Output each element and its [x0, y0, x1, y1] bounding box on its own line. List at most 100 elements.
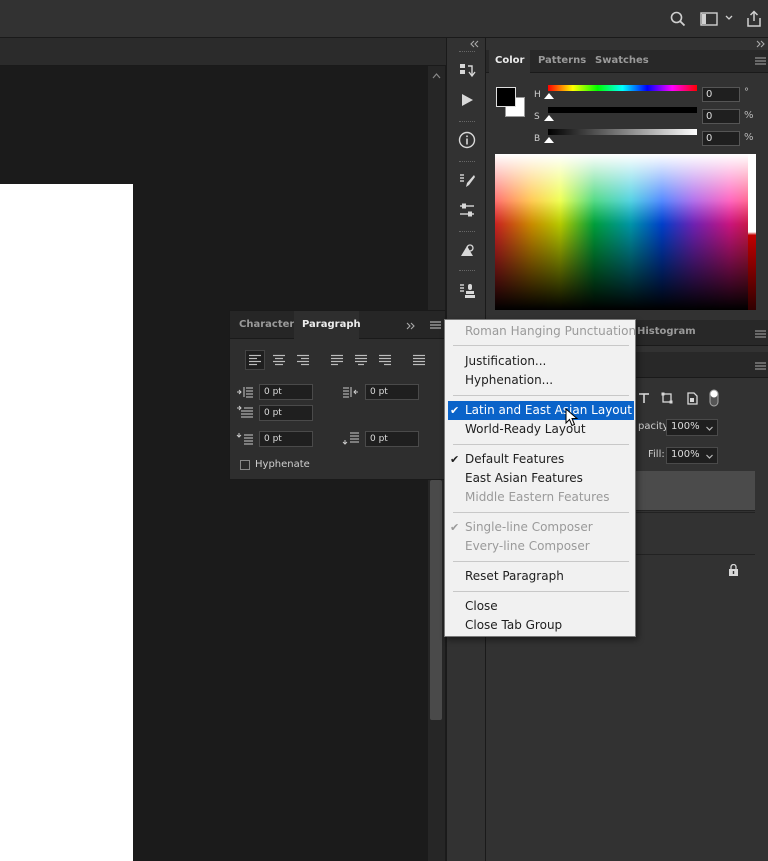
saturation-slider[interactable] — [548, 107, 697, 113]
align-right-button[interactable] — [293, 350, 313, 370]
justify-last-left-button[interactable] — [327, 350, 347, 370]
opacity-value: 100% — [671, 421, 700, 432]
layers-menu-icon[interactable] — [755, 361, 766, 374]
layer-row-selected[interactable] — [636, 471, 755, 511]
indent-first-line-field[interactable]: 0 pt — [259, 405, 313, 421]
document-canvas[interactable] — [0, 184, 133, 861]
tab-paragraph[interactable]: Paragraph — [302, 311, 361, 339]
fill-label: Fill: — [648, 449, 665, 460]
hue-input[interactable]: 0 — [702, 87, 740, 102]
menu-item-label: Default Features — [465, 452, 565, 466]
space-after-icon — [342, 432, 360, 449]
menu-separator — [453, 395, 629, 396]
brightness-unit: % — [744, 132, 754, 143]
share-icon[interactable] — [745, 10, 763, 31]
tool-presets-icon[interactable] — [455, 279, 479, 303]
paragraph-flyout-menu: Roman Hanging Punctuation Justification.… — [444, 319, 636, 637]
clone-source-icon[interactable] — [455, 239, 479, 263]
color-spectrum[interactable] — [495, 154, 756, 310]
tab-patterns[interactable]: Patterns — [538, 50, 586, 72]
menu-item-latin-east-asian-layout[interactable]: ✔ Latin and East Asian Layout — [448, 401, 634, 420]
history-icon[interactable] — [455, 59, 479, 83]
brush-presets-icon[interactable] — [455, 169, 479, 193]
brightness-input[interactable]: 0 — [702, 131, 740, 146]
menu-separator — [453, 561, 629, 562]
menu-item-label: Reset Paragraph — [465, 569, 564, 583]
space-before-icon — [236, 432, 254, 449]
menu-item-east-asian-features[interactable]: East Asian Features — [446, 469, 634, 488]
space-before-field[interactable]: 0 pt — [259, 431, 313, 447]
histogram-menu-icon[interactable] — [755, 329, 766, 342]
menu-separator — [453, 591, 629, 592]
chevron-down-icon[interactable] — [705, 423, 714, 436]
info-icon[interactable] — [455, 128, 479, 152]
hue-slider-thumb[interactable] — [544, 93, 554, 99]
tab-histogram[interactable]: Histogram — [637, 326, 696, 337]
checkmark-icon: ✔ — [450, 453, 460, 466]
menu-separator — [453, 512, 629, 513]
menu-item-label: Roman Hanging Punctuation — [465, 324, 637, 338]
menu-item-label: East Asian Features — [465, 471, 583, 485]
panel-grip[interactable] — [459, 161, 475, 164]
scroll-up-icon[interactable] — [432, 70, 441, 83]
menu-item-label: Close — [465, 599, 498, 613]
search-icon[interactable] — [670, 11, 686, 30]
lock-icon — [728, 563, 739, 579]
checkmark-icon: ✔ — [450, 521, 460, 534]
menu-item-label: Every-line Composer — [465, 539, 590, 553]
foreground-color-swatch[interactable] — [496, 87, 516, 107]
panel-grip[interactable] — [459, 51, 475, 54]
filter-toggle-icon[interactable] — [708, 389, 720, 410]
align-left-button[interactable] — [245, 350, 265, 370]
menu-item-hyphenation[interactable]: Hyphenation... — [446, 371, 634, 390]
workspace-icon[interactable] — [700, 12, 718, 29]
space-after-field[interactable]: 0 pt — [365, 431, 419, 447]
fill-input[interactable]: 100% — [666, 447, 718, 464]
menu-item-world-ready-layout[interactable]: World-Ready Layout — [446, 420, 634, 439]
justify-last-center-button[interactable] — [351, 350, 371, 370]
hue-unit: ° — [744, 87, 749, 98]
collapse-panels-icon[interactable] — [469, 38, 479, 51]
indent-right-field[interactable]: 0 pt — [365, 384, 419, 400]
actions-play-icon[interactable] — [455, 88, 479, 112]
tab-character[interactable]: Character — [239, 311, 294, 339]
indent-left-field[interactable]: 0 pt — [259, 384, 313, 400]
panel-grip[interactable] — [459, 121, 475, 124]
panel-menu-icon[interactable] — [755, 56, 766, 69]
brightness-label: B — [534, 134, 541, 144]
align-center-button[interactable] — [269, 350, 289, 370]
smart-object-filter-icon[interactable] — [686, 392, 698, 408]
menu-item-close-tab-group[interactable]: Close Tab Group — [446, 616, 634, 635]
brightness-slider[interactable] — [548, 129, 697, 135]
panel-menu-icon[interactable] — [430, 320, 441, 333]
hyphenate-checkbox[interactable] — [240, 460, 250, 470]
scrollbar-thumb[interactable] — [430, 480, 442, 720]
opacity-input[interactable]: 100% — [666, 419, 718, 436]
type-filter-icon[interactable] — [638, 392, 650, 407]
fill-value: 100% — [671, 449, 700, 460]
menu-item-reset-paragraph[interactable]: Reset Paragraph — [446, 567, 634, 586]
justify-last-right-button[interactable] — [375, 350, 395, 370]
chevron-down-icon[interactable] — [724, 13, 734, 26]
brightness-slider-thumb[interactable] — [544, 137, 554, 143]
justify-all-button[interactable] — [409, 350, 429, 370]
saturation-input[interactable]: 0 — [702, 109, 740, 124]
panel-grip[interactable] — [459, 231, 475, 234]
menu-item-label: Justification... — [465, 354, 547, 368]
hue-slider[interactable] — [548, 85, 697, 91]
saturation-slider-thumb[interactable] — [544, 115, 554, 121]
menu-item-justification[interactable]: Justification... — [446, 352, 634, 371]
menu-separator — [453, 444, 629, 445]
tab-color[interactable]: Color — [495, 50, 524, 72]
tab-swatches[interactable]: Swatches — [595, 50, 649, 72]
adjustments-icon[interactable] — [455, 198, 479, 222]
collapse-panel-icon[interactable] — [406, 320, 416, 333]
saturation-label: S — [534, 112, 540, 122]
menu-item-close[interactable]: Close — [446, 597, 634, 616]
document-tab-bar — [0, 38, 446, 66]
chevron-down-icon[interactable] — [705, 451, 714, 464]
shape-filter-icon[interactable] — [661, 392, 673, 407]
mouse-pointer-icon — [565, 407, 579, 430]
panel-grip[interactable] — [459, 270, 475, 273]
menu-item-default-features[interactable]: ✔ Default Features — [446, 450, 634, 469]
